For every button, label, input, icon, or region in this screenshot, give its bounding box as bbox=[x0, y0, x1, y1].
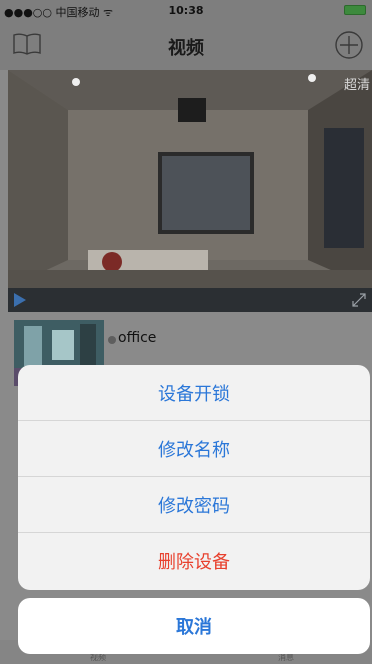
nav-bar: 视频 bbox=[0, 20, 372, 70]
add-device-icon[interactable] bbox=[334, 30, 364, 60]
rename-device-button[interactable]: 修改名称 bbox=[18, 421, 370, 477]
page-title: 视频 bbox=[168, 38, 204, 59]
action-sheet: 设备开锁 修改名称 修改密码 删除设备 bbox=[18, 365, 370, 590]
quality-label[interactable]: 超清 bbox=[344, 74, 370, 93]
delete-device-button[interactable]: 删除设备 bbox=[18, 533, 370, 589]
cancel-button[interactable]: 取消 bbox=[18, 598, 370, 654]
fullscreen-icon[interactable] bbox=[352, 293, 366, 307]
room-image bbox=[8, 70, 372, 288]
video-preview[interactable]: 超清 bbox=[8, 70, 372, 288]
online-status-dot bbox=[108, 336, 116, 344]
status-icons bbox=[344, 5, 366, 15]
unlock-device-button[interactable]: 设备开锁 bbox=[18, 365, 370, 421]
clock: 10:38 bbox=[168, 4, 204, 17]
device-name: office bbox=[118, 330, 157, 346]
battery-icon bbox=[344, 5, 366, 15]
video-controls bbox=[8, 288, 372, 312]
change-password-button[interactable]: 修改密码 bbox=[18, 477, 370, 533]
play-icon[interactable] bbox=[14, 293, 26, 307]
status-bar: ●●●○○ 中国移动 ᯤ 10:38 bbox=[0, 0, 372, 20]
